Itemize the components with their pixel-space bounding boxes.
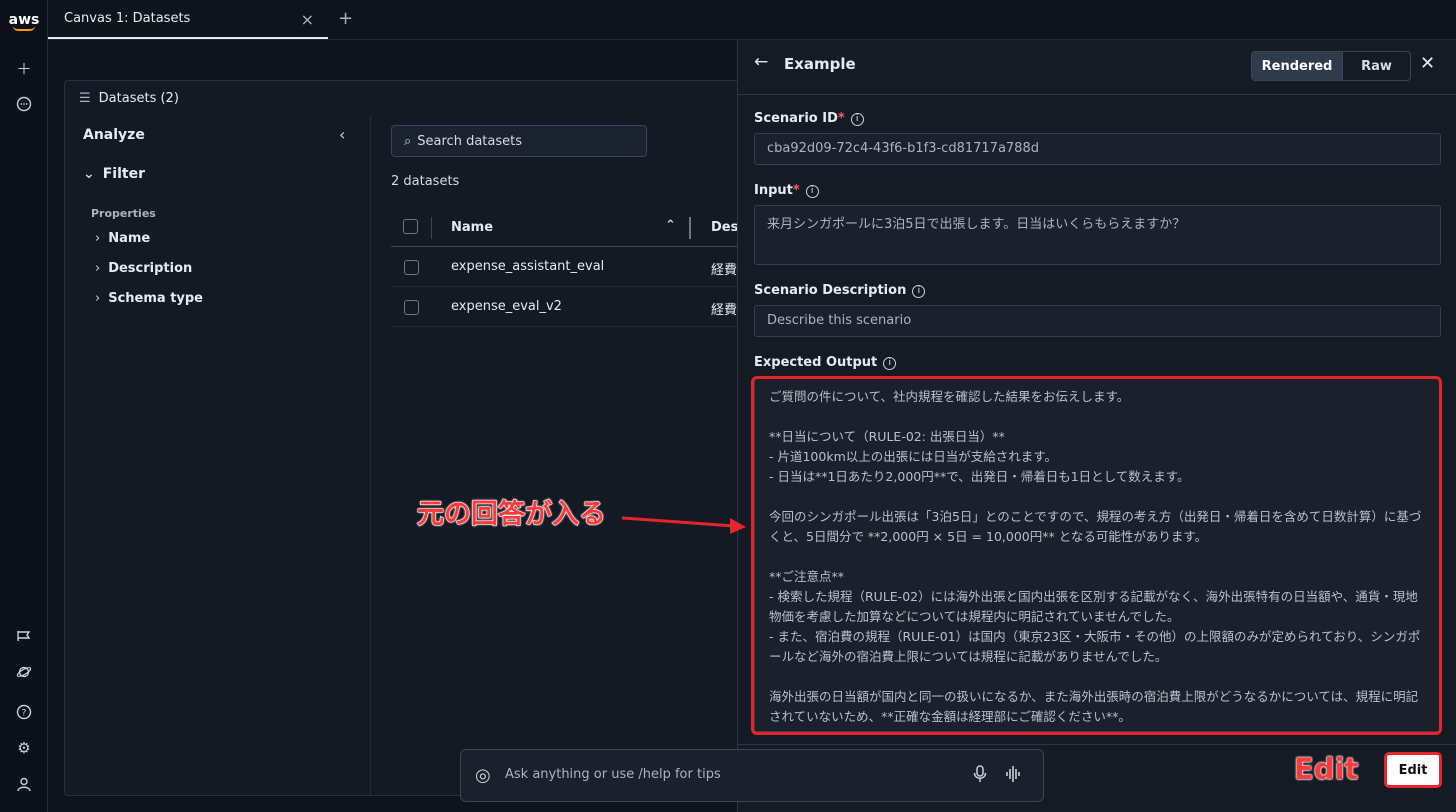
table-header: Name ⌃ Descr [391,211,765,247]
expected-output-highlight [751,376,1442,735]
info-icon[interactable]: i [805,185,819,198]
column-name[interactable]: Name [451,220,493,235]
info-icon[interactable]: i [850,113,864,126]
chat-icon[interactable] [12,92,36,116]
datasets-panel: ☰ Datasets (2) Analyze ‹ ⌄ Filter Propert… [64,80,765,796]
planet-icon[interactable] [12,660,36,684]
properties-heading: Properties [91,207,156,220]
filter-toggle[interactable]: ⌄ Filter [83,166,145,182]
row-checkbox[interactable] [404,300,419,315]
info-icon[interactable]: i [912,285,926,298]
search-icon: ⌕ [404,133,412,149]
close-icon[interactable]: × [301,10,314,29]
divider [738,94,1456,95]
tab-canvas-datasets[interactable]: Canvas 1: Datasets × [48,0,328,39]
back-arrow-icon[interactable]: ← [754,52,768,72]
sliders-icon: ☰ [79,90,91,106]
panel-title: Datasets (2) [98,90,179,106]
voice-wave-icon[interactable] [1005,765,1021,787]
chevron-left-icon[interactable]: ‹ [339,125,345,144]
dataset-count: 2 datasets [391,174,460,189]
row-checkbox[interactable] [404,260,419,275]
scenario-description-label: Scenario Description i [754,283,926,298]
microphone-icon[interactable] [973,765,987,787]
assistant-logo-icon: ◎ [475,765,491,786]
left-rail: aws ＋ ? ⚙ [0,0,48,812]
add-tab-icon[interactable]: + [338,8,353,29]
annotation-edit: Edit [1294,752,1359,786]
chevron-right-icon: › [95,261,101,276]
search-input[interactable]: ⌕ Search datasets [391,125,647,157]
expected-output-label: Expected Output i [754,355,897,370]
dataset-description: 経費 [711,303,738,318]
analyze-heading: Analyze [83,127,145,143]
close-icon[interactable]: ✕ [1420,53,1435,74]
sort-ascending-icon[interactable]: ⌃ [665,218,676,233]
annotation-arrow [621,516,746,534]
scenario-description-field[interactable]: Describe this scenario [754,305,1441,337]
info-icon[interactable]: i [883,357,897,370]
tab-bar: Canvas 1: Datasets × + [48,0,1456,40]
datasets-table: Name ⌃ Descr expense_assistant_eval 経費 e… [391,211,765,327]
chevron-down-icon: ⌄ [83,166,95,182]
view-mode-toggle: Rendered Raw [1251,51,1411,81]
drawer-header: ← Example Rendered Raw ✕ [738,40,1456,94]
scenario-id-field[interactable]: cba92d09-72c4-43f6-b1f3-cd81717a788d [754,133,1441,165]
dataset-name[interactable]: expense_assistant_eval [451,259,604,274]
chevron-right-icon: › [95,231,101,246]
table-row[interactable]: expense_assistant_eval 経費 [391,247,765,287]
select-all-checkbox[interactable] [403,219,418,234]
chat-input[interactable]: Ask anything or use /help for tips [505,767,721,782]
input-label: Input* i [754,183,819,198]
scenario-id-label: Scenario ID* i [754,111,864,126]
rendered-tab[interactable]: Rendered [1252,52,1342,80]
filter-property-description[interactable]: › Description [95,261,192,276]
filter-property-name[interactable]: › Name [95,231,150,246]
megaphone-icon[interactable] [12,624,36,648]
plus-icon[interactable]: ＋ [12,56,36,80]
input-field[interactable]: 来月シンガポールに3泊5日で出張します。日当はいくらもらえますか？ [754,205,1441,265]
chat-bar[interactable]: ◎ Ask anything or use /help for tips [460,749,1044,802]
edit-button[interactable]: Edit [1384,752,1442,788]
chevron-right-icon: › [95,291,101,306]
user-icon[interactable] [12,772,36,796]
aws-logo[interactable]: aws [8,12,40,31]
svg-text:?: ? [22,709,27,719]
tab-title: Canvas 1: Datasets [64,11,191,26]
table-row[interactable]: expense_eval_v2 経費 [391,287,765,327]
raw-tab[interactable]: Raw [1342,52,1410,80]
filter-property-schema-type[interactable]: › Schema type [95,291,203,306]
dataset-name[interactable]: expense_eval_v2 [451,299,562,314]
dataset-description: 経費 [711,263,738,278]
gear-icon[interactable]: ⚙ [12,736,36,760]
help-icon[interactable]: ? [12,700,36,724]
analyze-sidebar: Analyze ‹ ⌄ Filter Properties › Name › Desc… [65,115,371,795]
drawer-title: Example [784,55,856,73]
annotation-original-answer: 元の回答が入る [417,499,607,531]
panel-header: ☰ Datasets (2) [65,81,763,115]
